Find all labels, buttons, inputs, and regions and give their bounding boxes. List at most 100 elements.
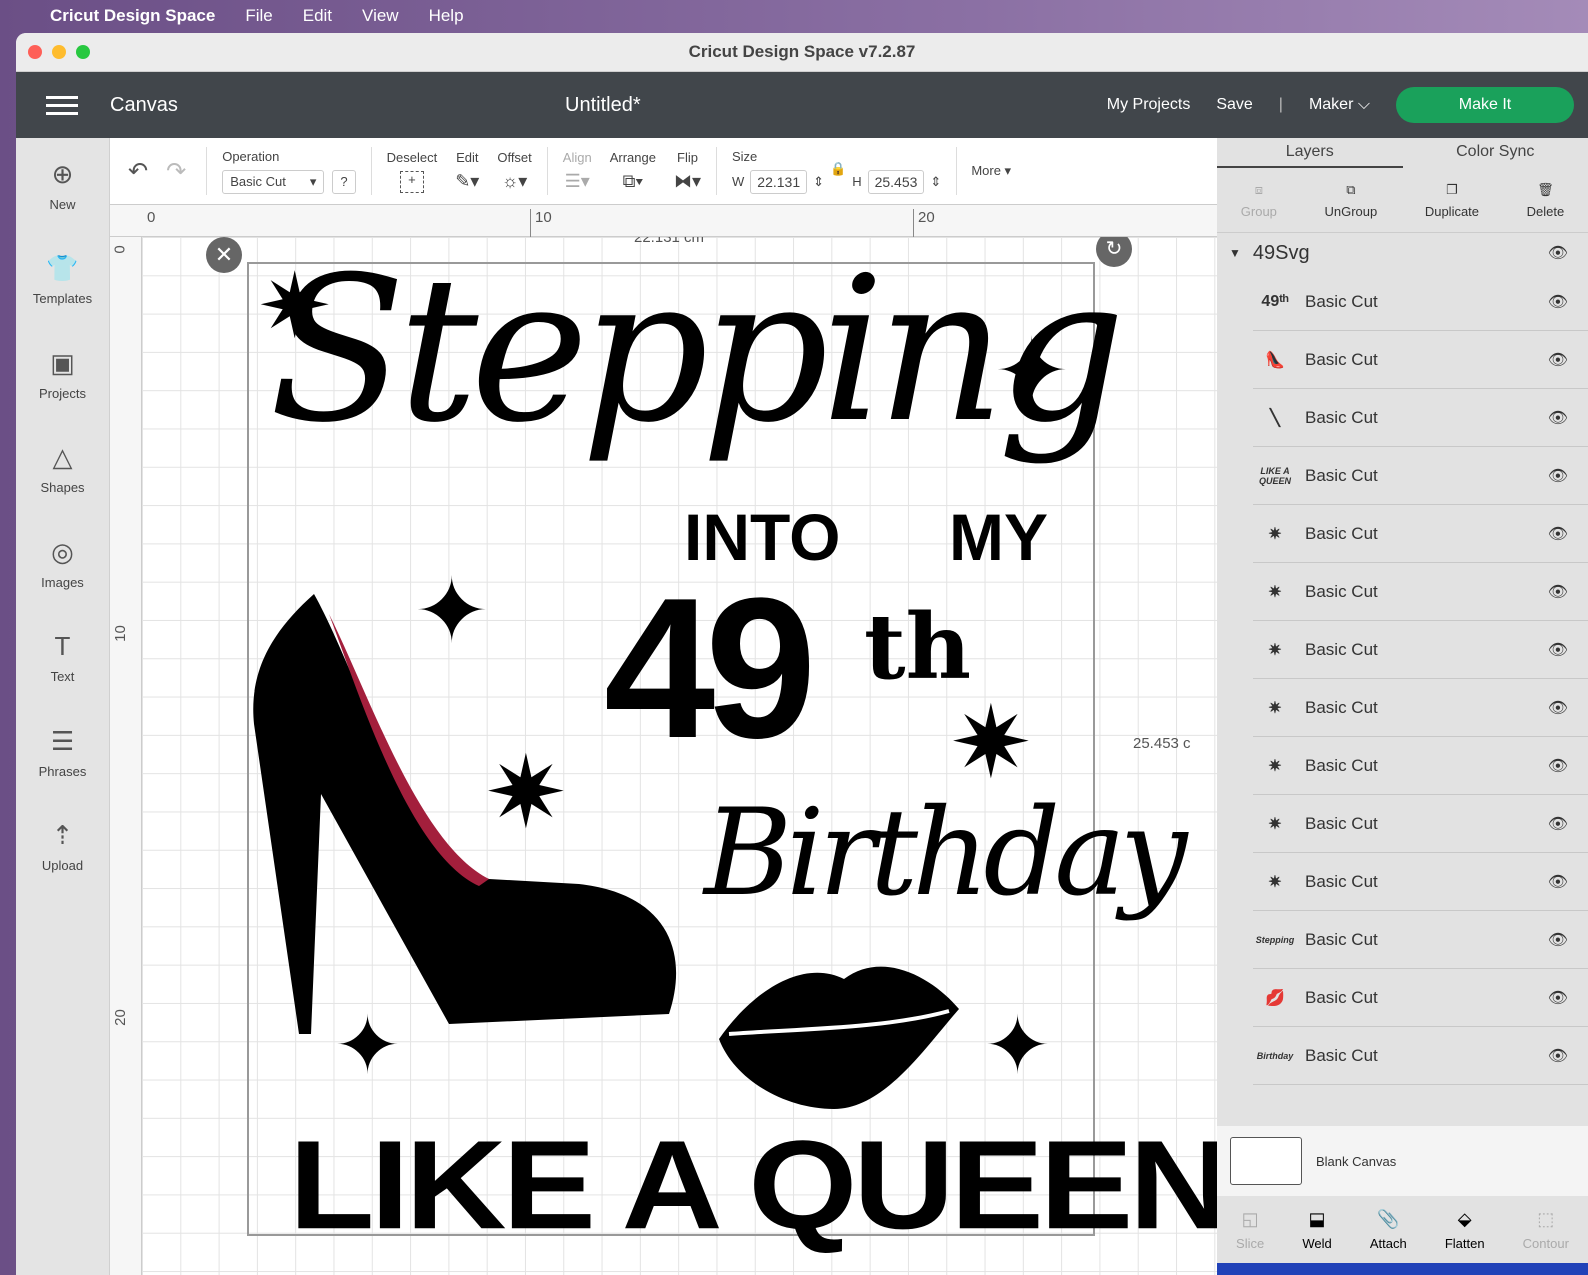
eye-icon[interactable]: 👁 xyxy=(1548,930,1568,950)
templates-icon: 👕 xyxy=(46,253,79,284)
sparkle-icon: ✷ xyxy=(484,737,568,849)
eye-icon[interactable]: 👁 xyxy=(1548,350,1568,370)
undo-icon[interactable]: ↶ xyxy=(128,157,148,186)
sidebar-item-templates[interactable]: 👕 Templates xyxy=(16,233,109,328)
delete-button[interactable]: 🗑 Delete xyxy=(1527,182,1565,219)
align-button[interactable]: Align ☰▾ xyxy=(554,150,601,192)
eye-icon[interactable]: 👁 xyxy=(1548,640,1568,660)
contour-button[interactable]: ⬚ Contour xyxy=(1523,1209,1569,1251)
lock-icon[interactable]: 🔒 xyxy=(830,161,846,177)
eye-icon[interactable]: 👁 xyxy=(1548,872,1568,892)
slice-button[interactable]: ◱ Slice xyxy=(1236,1209,1264,1251)
design-canvas[interactable]: 22.131 cm 25.453 c ✕ ↻ Stepping INTO MY … xyxy=(142,237,1217,1275)
delete-selection-handle[interactable]: ✕ xyxy=(206,237,242,273)
flip-button[interactable]: Flip ⧓▾ xyxy=(665,150,710,192)
ungroup-icon: ⧉ xyxy=(1346,181,1356,197)
layer-row[interactable]: ╲ Basic Cut 👁 xyxy=(1253,389,1588,447)
eye-icon[interactable]: 👁 xyxy=(1548,408,1568,428)
more-button[interactable]: More ▾ xyxy=(971,163,1011,179)
delete-label: Delete xyxy=(1526,203,1565,219)
offset-button[interactable]: Offset ☼▾ xyxy=(488,150,540,192)
sidebar-item-phrases[interactable]: ☰ Phrases xyxy=(16,705,109,800)
operation-label: Operation xyxy=(222,148,280,164)
sidebar-item-text[interactable]: T Text xyxy=(16,611,109,706)
make-it-button[interactable]: Make It xyxy=(1396,87,1574,123)
save-button[interactable]: Save xyxy=(1216,96,1252,114)
ungroup-button[interactable]: ⧉ UnGroup xyxy=(1325,182,1378,219)
minimize-window-button[interactable] xyxy=(52,45,66,59)
operation-help-button[interactable]: ? xyxy=(332,169,356,194)
redo-icon[interactable]: ↷ xyxy=(166,157,186,186)
width-input[interactable]: 22.131 xyxy=(750,169,808,194)
layer-operation-label: Basic Cut xyxy=(1305,523,1378,543)
weld-button[interactable]: ⬓ Weld xyxy=(1302,1209,1331,1251)
sidebar-item-images[interactable]: ◎ Images xyxy=(16,516,109,611)
width-stepper[interactable]: ⇕ xyxy=(813,174,824,190)
selected-design[interactable]: Stepping INTO MY 49 th Birthday LIKE A Q… xyxy=(247,237,1217,1255)
layer-row[interactable]: ✷ Basic Cut 👁 xyxy=(1253,679,1588,737)
blank-canvas-swatch[interactable] xyxy=(1230,1137,1302,1185)
projects-icon: ▣ xyxy=(50,347,75,378)
layer-row[interactable]: 💋 Basic Cut 👁 xyxy=(1253,969,1588,1027)
menu-help[interactable]: Help xyxy=(429,6,464,26)
duplicate-icon: ❐ xyxy=(1446,181,1458,197)
eye-icon[interactable]: 👁 xyxy=(1548,524,1568,544)
sidebar-item-shapes[interactable]: △ Shapes xyxy=(16,422,109,517)
layer-row[interactable]: LIKE A QUEEN Basic Cut 👁 xyxy=(1253,447,1588,505)
flatten-button[interactable]: ⬙ Flatten xyxy=(1445,1209,1485,1251)
machine-select[interactable]: Maker ⌵ xyxy=(1309,96,1370,114)
eye-icon[interactable]: 👁 xyxy=(1548,1046,1568,1066)
document-title[interactable]: Untitled* xyxy=(565,94,641,117)
hamburger-menu-icon[interactable] xyxy=(46,91,78,120)
menu-app[interactable]: Cricut Design Space xyxy=(50,6,215,26)
layer-thumbnail: Stepping xyxy=(1255,934,1295,945)
tab-color-sync[interactable]: Color Sync xyxy=(1403,138,1588,168)
eye-icon[interactable]: 👁 xyxy=(1548,698,1568,718)
menu-edit[interactable]: Edit xyxy=(303,6,332,26)
menu-view[interactable]: View xyxy=(362,6,399,26)
sidebar-item-projects[interactable]: ▣ Projects xyxy=(16,327,109,422)
duplicate-button[interactable]: ❐ Duplicate xyxy=(1425,182,1479,219)
layer-thumbnail: ✷ xyxy=(1268,815,1282,833)
eye-icon[interactable]: 👁 xyxy=(1548,292,1568,312)
eye-icon[interactable]: 👁 xyxy=(1548,466,1568,486)
eye-icon[interactable]: 👁 xyxy=(1548,756,1568,776)
layer-row[interactable]: ✷ Basic Cut 👁 xyxy=(1253,737,1588,795)
layer-row[interactable]: ✷ Basic Cut 👁 xyxy=(1253,505,1588,563)
layer-row[interactable]: ✷ Basic Cut 👁 xyxy=(1253,621,1588,679)
layer-row[interactable]: Birthday Basic Cut 👁 xyxy=(1253,1027,1588,1085)
eye-icon[interactable]: 👁 xyxy=(1548,243,1568,263)
blank-canvas-row[interactable]: Blank Canvas xyxy=(1217,1126,1588,1196)
my-projects-link[interactable]: My Projects xyxy=(1107,96,1191,114)
caret-down-icon[interactable]: ▼ xyxy=(1229,246,1241,260)
text-icon: T xyxy=(54,631,71,662)
attach-button[interactable]: 📎 Attach xyxy=(1370,1209,1407,1251)
eye-icon[interactable]: 👁 xyxy=(1548,582,1568,602)
status-bar xyxy=(1217,1263,1588,1275)
sidebar-item-upload[interactable]: ⇡ Upload xyxy=(16,800,109,895)
deselect-button[interactable]: Deselect + xyxy=(378,150,447,193)
layer-row[interactable]: 49ᵗʰ Basic Cut 👁 xyxy=(1253,273,1588,331)
layer-group[interactable]: ▼ 49Svg 👁 xyxy=(1217,233,1588,273)
close-window-button[interactable] xyxy=(28,45,42,59)
layer-row[interactable]: ✷ Basic Cut 👁 xyxy=(1253,563,1588,621)
arrange-button[interactable]: Arrange ⧉▾ xyxy=(601,150,665,192)
layer-operation-label: Basic Cut xyxy=(1305,1045,1378,1065)
eye-icon[interactable]: 👁 xyxy=(1548,988,1568,1008)
eye-icon[interactable]: 👁 xyxy=(1548,814,1568,834)
edit-button[interactable]: Edit ✎▾ xyxy=(446,150,488,192)
group-button[interactable]: ⧈ Group xyxy=(1241,182,1277,219)
sidebar-item-new[interactable]: ⊕ New xyxy=(16,138,109,233)
layer-row[interactable]: ✷ Basic Cut 👁 xyxy=(1253,853,1588,911)
height-input[interactable]: 25.453 xyxy=(867,169,925,194)
layer-row[interactable]: Stepping Basic Cut 👁 xyxy=(1253,911,1588,969)
zoom-window-button[interactable] xyxy=(76,45,90,59)
menu-file[interactable]: File xyxy=(245,6,272,26)
layer-row[interactable]: 👠 Basic Cut 👁 xyxy=(1253,331,1588,389)
sparkle-icon: ✦ xyxy=(984,1001,1052,1090)
layer-row[interactable]: ✷ Basic Cut 👁 xyxy=(1253,795,1588,853)
ruler-tick-label: 0 xyxy=(147,209,156,226)
height-stepper[interactable]: ⇕ xyxy=(930,174,941,190)
operation-select[interactable]: Basic Cut ▾ xyxy=(222,169,325,194)
tab-layers[interactable]: Layers xyxy=(1217,138,1403,168)
